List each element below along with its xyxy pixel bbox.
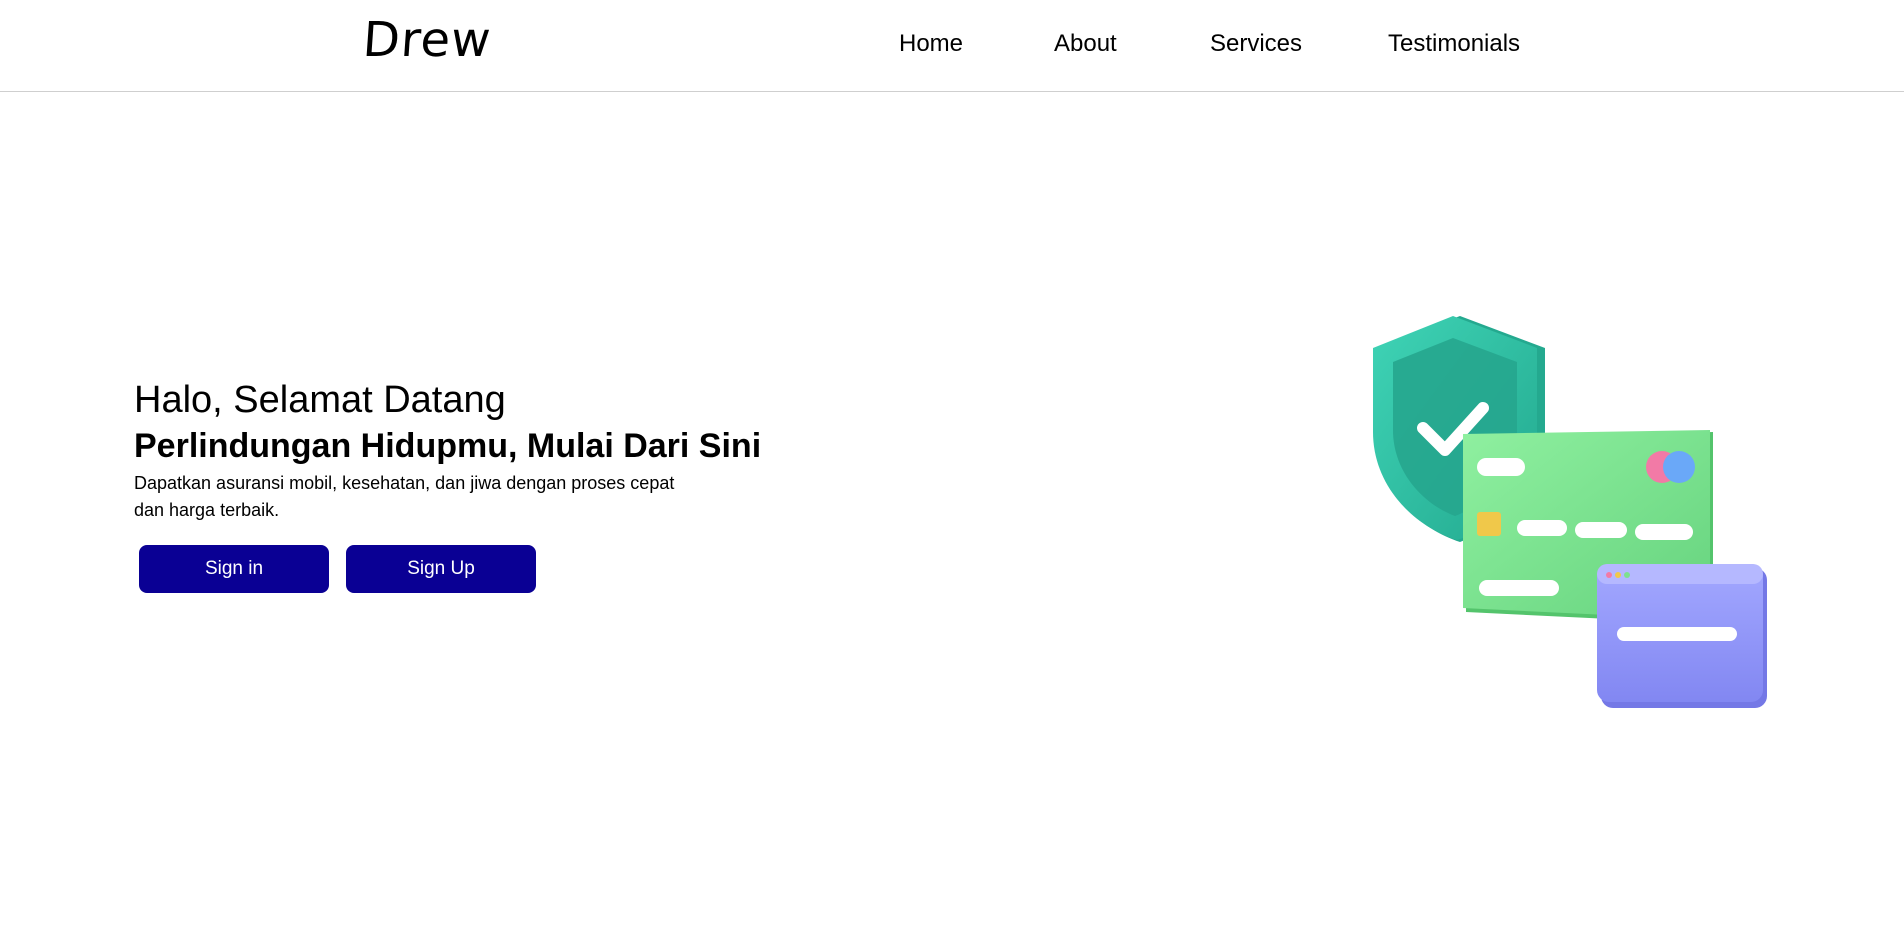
nav-item-services[interactable]: Services bbox=[1210, 30, 1302, 58]
hero-section: Halo, Selamat Datang Perlindungan Hidupm… bbox=[134, 376, 834, 593]
browser-window-icon bbox=[1597, 564, 1767, 708]
nav-item-about[interactable]: About bbox=[1054, 30, 1117, 58]
hero-greeting: Halo, Selamat Datang bbox=[134, 379, 506, 421]
sign-up-button[interactable]: Sign Up bbox=[346, 545, 536, 593]
insurance-shield-card-icon bbox=[1373, 316, 1767, 708]
brand-logo[interactable]: Drew bbox=[361, 12, 493, 68]
insurance-illustration bbox=[1365, 312, 1775, 712]
nav-item-home[interactable]: Home bbox=[899, 30, 963, 58]
hero-title: Perlindungan Hidupmu, Mulai Dari Sini bbox=[134, 427, 762, 465]
nav-item-testimonials[interactable]: Testimonials bbox=[1388, 30, 1520, 58]
sign-in-button[interactable]: Sign in bbox=[139, 545, 329, 593]
top-navbar: Drew Home About Services Testimonials bbox=[0, 0, 1904, 92]
hero-description: Dapatkan asuransi mobil, kesehatan, dan … bbox=[134, 473, 675, 520]
